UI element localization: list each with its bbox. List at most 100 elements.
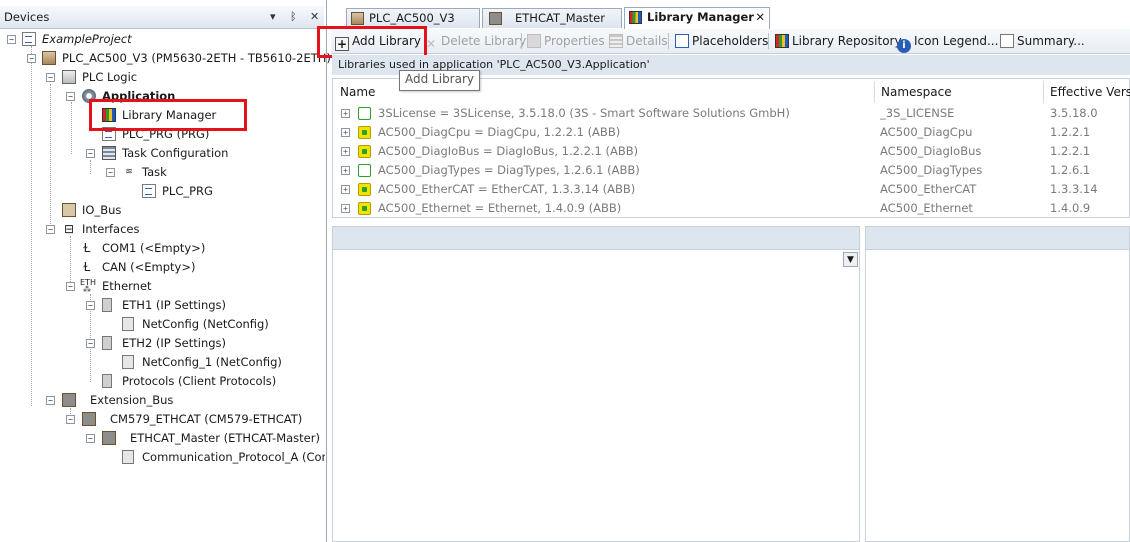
placeholders-icon	[675, 34, 689, 48]
column-header-version[interactable]: Effective Versio	[1050, 85, 1130, 99]
table-row[interactable]: + AC500_DiagTypes = DiagTypes, 1.2.6.1 (…	[333, 161, 1130, 180]
collapse-icon[interactable]: −	[46, 396, 55, 405]
tree-item-com1[interactable]: Ɫ COM1 (<Empty>)	[0, 239, 325, 258]
collapse-icon[interactable]: −	[86, 434, 95, 443]
tree-item-task-configuration[interactable]: − Task Configuration	[0, 144, 325, 163]
tab-plc-ac500-v3[interactable]: PLC_AC500_V3	[346, 8, 480, 28]
tree-item-task-plc-prg[interactable]: PLC_PRG	[0, 182, 325, 201]
library-version: 1.3.3.14	[1050, 182, 1098, 196]
collapse-icon[interactable]: −	[46, 225, 55, 234]
collapse-icon[interactable]: −	[86, 339, 95, 348]
details-icon	[609, 34, 623, 48]
expand-icon[interactable]: +	[341, 109, 350, 118]
tree-item-cm579[interactable]: − CM579_ETHCAT (CM579-ETHCAT)	[0, 410, 325, 429]
icon-legend-label: Icon Legend...	[914, 34, 999, 48]
task-icon: ≋	[125, 167, 133, 177]
collapse-icon[interactable]: −	[46, 73, 55, 82]
shield-icon	[358, 183, 371, 196]
expand-icon[interactable]: +	[341, 185, 350, 194]
pin-icon[interactable]: ᛒ	[290, 10, 297, 23]
tree-item-label: PLC_PRG	[162, 184, 213, 198]
tree-item-ethcat-master[interactable]: − ETHCAT_Master (ETHCAT-Master)	[0, 429, 325, 448]
library-name: AC500_Ethernet = Ethernet, 1.4.0.9 (ABB)	[378, 201, 622, 215]
icon-legend-button[interactable]: i Icon Legend...	[897, 29, 998, 53]
table-row[interactable]: + AC500_Ethernet = Ethernet, 1.4.0.9 (AB…	[333, 199, 1130, 218]
tree-item-io-bus[interactable]: IO_Bus	[0, 201, 325, 220]
library-name: 3SLicense = 3SLicense, 3.5.18.0 (3S - Sm…	[378, 106, 790, 120]
serial-connector-icon: Ɫ	[83, 241, 91, 255]
collapse-icon[interactable]: −	[86, 301, 95, 310]
ethercat-master-icon	[489, 12, 502, 25]
column-header-namespace[interactable]: Namespace	[881, 85, 952, 99]
library-version: 3.5.18.0	[1050, 106, 1098, 120]
library-repository-button[interactable]: Library Repository	[775, 29, 902, 53]
details-pane	[332, 250, 860, 542]
collapse-icon[interactable]: −	[66, 415, 75, 424]
tree-item-extension-bus[interactable]: − Extension_Bus	[0, 391, 325, 410]
library-name: AC500_DiagCpu = DiagCpu, 1.2.2.1 (ABB)	[378, 125, 621, 139]
collapse-icon[interactable]: −	[7, 35, 16, 44]
properties-button[interactable]: Properties	[527, 29, 605, 53]
eth-port-icon	[102, 336, 112, 350]
editor-tabs: PLC_AC500_V3 ETHCAT_Master Library Manag…	[330, 7, 1130, 29]
tree-item-label: Task	[142, 165, 167, 179]
highlight-library-manager	[89, 99, 247, 131]
table-row[interactable]: + AC500_DiagIoBus = DiagIoBus, 1.2.2.1 (…	[333, 142, 1130, 161]
info-pane-header	[865, 226, 1130, 250]
tree-item-protocols[interactable]: Protocols (Client Protocols)	[0, 372, 325, 391]
tree-item-plc-logic[interactable]: − PLC Logic	[0, 68, 325, 87]
library-name: AC500_EtherCAT = EtherCAT, 1.3.3.14 (ABB…	[378, 182, 636, 196]
expand-icon[interactable]: +	[341, 147, 350, 156]
tab-label: PLC_AC500_V3	[369, 11, 455, 25]
column-header-name[interactable]: Name	[340, 85, 375, 99]
details-button[interactable]: Details	[609, 29, 668, 53]
tree-item-label: NetConfig_1 (NetConfig)	[142, 355, 282, 369]
lock-icon	[358, 164, 371, 177]
delete-library-button[interactable]: ✕ Delete Library	[424, 29, 526, 53]
devices-panel: Devices ▾ ᛒ ✕ − ExampleProject − PLC_AC5…	[0, 0, 331, 542]
tree-item-netconfig-1[interactable]: NetConfig_1 (NetConfig)	[0, 353, 325, 372]
panel-menu-icon[interactable]: ▾	[270, 10, 276, 23]
tree-item-interfaces[interactable]: − ⊟ Interfaces	[0, 220, 325, 239]
tree-item-project[interactable]: − ExampleProject	[0, 30, 325, 49]
tree-item-ethernet[interactable]: − ETH ⁂ Ethernet	[0, 277, 325, 296]
table-row[interactable]: + 3SLicense = 3SLicense, 3.5.18.0 (3S - …	[333, 104, 1130, 123]
tree-item-plc[interactable]: − PLC_AC500_V3 (PM5630-2ETH - TB5610-2ET…	[0, 49, 331, 68]
tree-item-eth1[interactable]: − ETH1 (IP Settings)	[0, 296, 325, 315]
tab-library-manager[interactable]: Library Manager ✕	[624, 7, 770, 29]
library-toolbar: + Add Library ✕ Delete Library Properties …	[331, 29, 1130, 54]
close-panel-icon[interactable]: ✕	[310, 10, 319, 23]
highlight-add-library	[317, 26, 427, 58]
extension-bus-icon	[62, 393, 76, 407]
tree-item-label: Protocols (Client Protocols)	[122, 374, 277, 388]
collapse-icon[interactable]: −	[66, 282, 75, 291]
tree-item-task[interactable]: − ≋ Task	[0, 163, 325, 182]
collapse-icon[interactable]: −	[27, 54, 36, 63]
chevron-down-icon[interactable]: ▼	[843, 252, 858, 267]
tree-item-netconfig[interactable]: NetConfig (NetConfig)	[0, 315, 325, 334]
tree-item-communication-protocol[interactable]: Communication_Protocol_A (Communic	[0, 448, 325, 467]
expand-icon[interactable]: +	[341, 166, 350, 175]
summary-button[interactable]: Summary...	[1000, 29, 1085, 53]
tree-item-eth2[interactable]: − ETH2 (IP Settings)	[0, 334, 325, 353]
placeholders-label: Placeholders	[692, 34, 769, 48]
tree-item-label: CAN (<Empty>)	[102, 260, 196, 274]
add-library-tooltip: Add Library	[399, 70, 481, 91]
expand-icon[interactable]: +	[341, 204, 350, 213]
table-row[interactable]: + AC500_DiagCpu = DiagCpu, 1.2.2.1 (ABB)…	[333, 123, 1130, 142]
details-label: Details	[626, 34, 668, 48]
placeholders-button[interactable]: Placeholders	[675, 29, 768, 53]
details-pane-header	[332, 226, 860, 250]
tree-item-label: PLC Logic	[82, 70, 138, 84]
plc-device-icon	[42, 51, 56, 65]
collapse-icon[interactable]: −	[86, 149, 95, 158]
expand-icon[interactable]: +	[341, 128, 350, 137]
tree-item-can[interactable]: Ɫ CAN (<Empty>)	[0, 258, 325, 277]
collapse-icon[interactable]: −	[106, 168, 115, 177]
table-row[interactable]: + AC500_EtherCAT = EtherCAT, 1.3.3.14 (A…	[333, 180, 1130, 199]
collapse-icon[interactable]: −	[66, 92, 75, 101]
interfaces-icon: ⊟	[63, 222, 75, 236]
properties-icon	[527, 34, 541, 48]
tab-ethcat-master[interactable]: ETHCAT_Master	[482, 8, 622, 28]
close-tab-icon[interactable]: ✕	[755, 8, 765, 27]
